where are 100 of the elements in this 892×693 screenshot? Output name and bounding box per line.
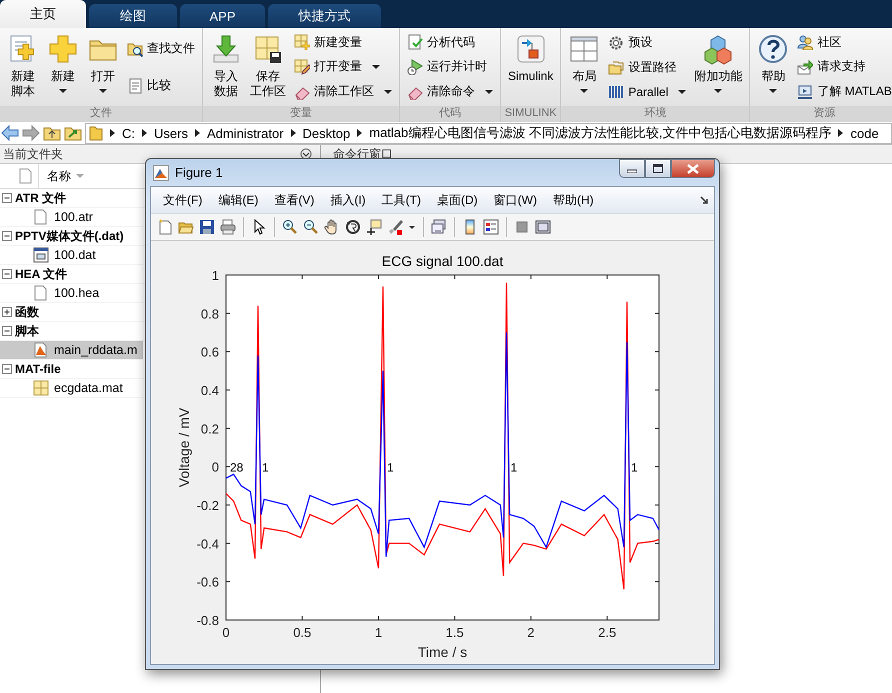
file-row[interactable]: 100.hea [0,284,143,303]
minimize-button[interactable] [619,159,645,178]
menu-item[interactable]: 窗口(W) [486,192,545,208]
maximize-button[interactable] [645,159,671,178]
folder-browse-icon[interactable] [64,125,82,141]
file-row[interactable]: main_rddata.m [0,341,143,360]
ribbon-button[interactable]: Simulink [505,28,556,106]
path-segment[interactable]: code [850,126,879,140]
ribbon-tab[interactable]: 绘图 [89,4,177,28]
legend-icon[interactable] [483,219,499,235]
ribbon-button[interactable]: 打开 [84,28,122,106]
expand-icon[interactable] [2,307,12,317]
group-label[interactable]: 函数 [15,304,39,320]
separator-arrow-icon [838,129,844,137]
menu-item[interactable]: 查看(V) [266,192,322,208]
group-label[interactable]: ATR 文件 [15,190,66,206]
tick-label: 1 [212,268,219,283]
file-icon [18,168,32,184]
column-header[interactable]: 名称 [38,164,106,188]
ribbon-tab[interactable]: APP [180,4,265,28]
ribbon-button[interactable]: 清除命令 [404,82,496,102]
ribbon-button[interactable]: 请求支持 [794,57,892,76]
ribbon-button[interactable]: 导入 数据 [207,28,245,106]
file-row[interactable]: 100.atr [0,208,143,227]
ribbon-button[interactable]: 了解 MATLAB [794,82,892,102]
print-icon[interactable] [220,219,236,235]
new-file-icon[interactable] [157,219,173,235]
menu-item[interactable]: 编辑(E) [210,192,266,208]
document-icon [127,78,143,94]
group-label[interactable]: 脚本 [15,322,39,340]
file-row[interactable]: 100.dat [0,246,143,265]
brush-icon[interactable] [387,219,403,235]
menu-item[interactable]: 桌面(D) [428,192,486,208]
close-button[interactable] [671,159,715,178]
group-label[interactable]: PPTV媒体文件(.dat) [15,228,124,244]
rotate-icon[interactable] [345,219,361,235]
folder-up-icon[interactable] [43,125,61,141]
group-label: 代码 [400,106,500,122]
ribbon-button[interactable]: 比较 [124,76,198,95]
back-arrow-icon[interactable] [1,125,19,141]
ribbon-button[interactable]: 清除工作区 [291,82,395,102]
group-label: 资源 [750,106,892,122]
tick-label: 2 [527,625,535,640]
ribbon-button[interactable]: 运行并计时 [404,57,496,76]
tick-label: 0.2 [200,421,219,436]
ribbon-button[interactable]: 社区 [794,32,892,52]
ribbon-button[interactable]: 分析代码 [404,32,496,52]
file-name: 100.dat [54,248,96,262]
ribbon-button[interactable]: 新建变量 [291,32,395,52]
file-row[interactable]: ecgdata.mat [0,379,143,398]
path-segment[interactable]: C: [122,126,135,140]
ribbon-button[interactable]: 帮助 [754,28,792,106]
collapse-icon[interactable] [2,193,12,203]
dock-arrow-icon[interactable] [700,196,708,204]
tick-label: 0.8 [200,306,219,322]
path-segment[interactable]: Desktop [302,126,350,140]
annotation-label: 1 [262,460,269,475]
collapse-icon[interactable] [2,326,12,336]
ribbon-button[interactable]: 布局 [565,28,604,106]
window-frame-icon[interactable] [535,219,551,235]
menu-item[interactable]: 文件(F) [155,192,210,208]
separator-arrow-icon [194,129,200,137]
collapse-icon[interactable] [2,269,12,279]
ribbon-button[interactable]: 保存 工作区 [247,28,289,106]
ribbon-button[interactable]: 打开变量 [291,57,395,76]
ribbon-button[interactable]: 附加功能 [691,28,746,106]
ribbon-tab[interactable]: 主页 [0,0,86,28]
ribbon-tab[interactable]: 快捷方式 [268,4,381,28]
path-segment[interactable]: Administrator [206,126,284,140]
linked-windows-icon[interactable] [431,219,447,235]
ribbon-button[interactable]: 查找文件 [124,39,198,58]
ribbon-button[interactable]: 预设 [605,33,690,52]
group-label[interactable]: HEA 文件 [15,266,68,282]
window-title: Figure 1 [175,165,224,180]
square-icon[interactable] [514,219,530,235]
ribbon-button[interactable]: Parallel [605,83,690,101]
tick-label: 1 [374,625,382,640]
bars-icon [608,84,624,100]
path-segment[interactable]: matlab编程心电图信号滤波 不同滤波方法性能比较,文件中包括心电数据源码程序 [369,124,832,142]
menu-item[interactable]: 工具(T) [374,192,429,208]
data-cursor-icon[interactable] [366,219,382,235]
collapse-icon[interactable] [2,364,12,374]
tick-label: 0 [212,460,219,475]
grid-pencil-icon [294,58,310,75]
ribbon-button[interactable]: 新建 [44,28,82,106]
separator-arrow-icon [290,129,296,137]
menu-item[interactable]: 插入(I) [322,192,374,208]
separator-arrow-icon [142,129,147,137]
file-name: ecgdata.mat [54,381,123,395]
group-label: 文件 [0,106,202,122]
zoom-in-icon[interactable] [282,219,298,235]
save-icon[interactable] [199,219,215,235]
ribbon-button[interactable]: 设置路径 [605,58,690,77]
collapse-icon[interactable] [2,231,12,241]
path-segment[interactable]: Users [154,126,188,140]
menu-item[interactable]: 帮助(H) [544,192,602,208]
ribbon-button[interactable]: 新建 脚本 [4,28,42,106]
group-label: 环境 [561,106,750,122]
group-label[interactable]: MAT-file [15,362,61,376]
zoom-out-icon[interactable] [303,219,319,235]
